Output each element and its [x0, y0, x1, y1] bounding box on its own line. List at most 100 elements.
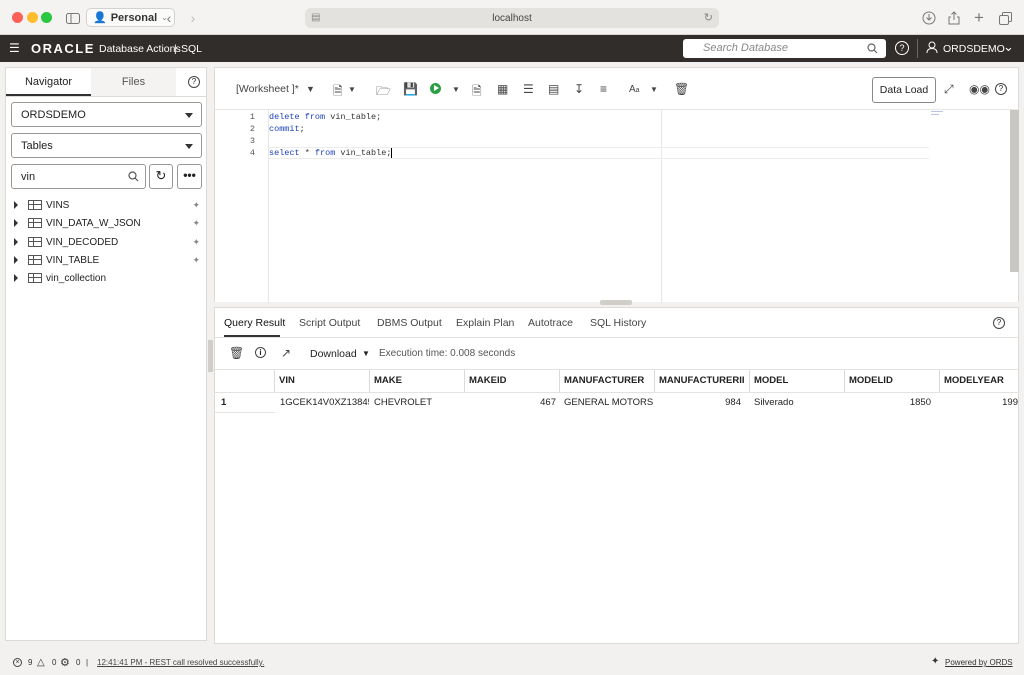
- address-bar[interactable]: ▤ localhost ↻: [305, 8, 719, 28]
- code-line-4[interactable]: select * from vin_table;: [269, 148, 393, 158]
- font-size-icon[interactable]: Aa: [629, 84, 640, 95]
- new-worksheet-icon[interactable]: 🗎: [333, 82, 343, 103]
- pin-icon[interactable]: ✦: [192, 255, 200, 266]
- info-icon[interactable]: i: [255, 347, 266, 358]
- downloads-icon[interactable]: [920, 8, 938, 28]
- tab-script-output[interactable]: Script Output: [299, 317, 360, 329]
- clear-trash-icon[interactable]: 🗑: [674, 82, 689, 96]
- tree-item-vin-data-w-json[interactable]: VIN_DATA_W_JSON ✦: [14, 215, 202, 231]
- expand-icon[interactable]: [14, 219, 18, 227]
- column-header[interactable]: MAKEID: [465, 370, 560, 392]
- tab-explain-plan[interactable]: Explain Plan: [456, 317, 514, 329]
- column-header[interactable]: MANUFACTURER: [560, 370, 655, 392]
- help-icon[interactable]: ?: [993, 317, 1005, 329]
- expand-icon[interactable]: [14, 274, 18, 282]
- tab-sql-history[interactable]: SQL History: [590, 317, 646, 329]
- pin-icon[interactable]: ✦: [192, 200, 200, 211]
- download-icon[interactable]: ↧: [574, 82, 584, 96]
- pin-icon[interactable]: ✦: [192, 237, 200, 248]
- tab-files[interactable]: Files: [91, 68, 176, 96]
- download-dropdown[interactable]: Download: [310, 348, 357, 360]
- table-cell[interactable]: 1GCEK14V0XZ13845: [276, 394, 369, 412]
- search-icon[interactable]: [867, 43, 878, 54]
- hamburger-menu-icon[interactable]: ☰: [9, 41, 20, 55]
- sql-history-icon[interactable]: ▤: [548, 82, 559, 96]
- expand-icon[interactable]: [14, 256, 18, 264]
- pin-icon[interactable]: ✦: [192, 218, 200, 229]
- clear-trash-icon[interactable]: 🗑: [229, 346, 244, 360]
- expand-icon[interactable]: [14, 201, 18, 209]
- column-header[interactable]: MANUFACTURERII: [655, 370, 750, 392]
- tree-item-vin-collection[interactable]: vin_collection: [14, 270, 202, 286]
- tab-autotrace[interactable]: Autotrace: [528, 317, 573, 329]
- tab-navigator[interactable]: Navigator: [6, 68, 91, 96]
- schema-select[interactable]: ORDSDEMO: [11, 102, 202, 127]
- help-icon[interactable]: ?: [995, 83, 1007, 95]
- tree-item-vin-table[interactable]: VIN_TABLE ✦: [14, 252, 202, 268]
- expand-icon[interactable]: [14, 238, 18, 246]
- tree-item-vin-decoded[interactable]: VIN_DECODED ✦: [14, 234, 202, 250]
- table-cell[interactable]: CHEVROLET: [370, 394, 465, 412]
- table-cell[interactable]: 199: [940, 394, 1018, 412]
- tab-overview-icon[interactable]: [996, 8, 1014, 28]
- explain-plan-icon[interactable]: ▦: [497, 82, 508, 96]
- tab-dbms-output[interactable]: DBMS Output: [377, 317, 442, 329]
- column-header[interactable]: VIN: [275, 370, 370, 392]
- chevron-down-icon[interactable]: ▼: [650, 85, 658, 94]
- find-binoculars-icon[interactable]: ◉◉: [969, 82, 990, 96]
- format-code-icon[interactable]: ≡: [600, 82, 607, 96]
- powered-by-link[interactable]: Powered by ORDS: [945, 658, 1013, 667]
- column-header[interactable]: MODEL: [750, 370, 845, 392]
- table-cell[interactable]: 1850: [845, 394, 935, 412]
- search-database-input[interactable]: Search Database: [683, 39, 886, 58]
- code-line-1[interactable]: delete from vin_table;: [269, 112, 381, 122]
- share-icon[interactable]: [945, 8, 963, 28]
- warning-icon[interactable]: △: [37, 657, 45, 668]
- back-button[interactable]: ‹: [160, 8, 178, 28]
- data-load-button[interactable]: Data Load: [872, 77, 936, 103]
- status-message[interactable]: 12:41:41 PM - REST call resolved success…: [97, 658, 264, 667]
- zoom-window-button[interactable]: [41, 12, 52, 23]
- column-header[interactable]: MODELYEAR: [940, 370, 1018, 392]
- refresh-button[interactable]: ↻: [149, 164, 173, 189]
- page-settings-icon[interactable]: ▤: [311, 12, 320, 23]
- column-header[interactable]: MAKE: [370, 370, 465, 392]
- table-cell[interactable]: Silverado: [750, 394, 845, 412]
- table-cell[interactable]: 467: [465, 394, 560, 412]
- gear-icon[interactable]: ⚙: [60, 656, 70, 669]
- tab-query-result[interactable]: Query Result: [224, 317, 285, 329]
- chevron-down-icon[interactable]: ▼: [306, 84, 315, 94]
- help-icon[interactable]: ?: [895, 41, 909, 55]
- panel-collapse-handle[interactable]: [208, 340, 213, 372]
- forward-button[interactable]: ›: [184, 8, 202, 28]
- chevron-down-icon[interactable]: ▼: [362, 349, 370, 358]
- editor-resize-handle[interactable]: [600, 300, 632, 305]
- table-cell[interactable]: 984: [655, 394, 745, 412]
- user-icon[interactable]: [926, 41, 938, 54]
- search-icon[interactable]: [128, 171, 139, 182]
- chevron-down-icon[interactable]: ▼: [452, 85, 460, 94]
- table-cell[interactable]: GENERAL MOTORS L: [560, 394, 654, 412]
- chevron-down-icon[interactable]: ⌄: [1003, 39, 1014, 55]
- filter-input[interactable]: vin: [11, 164, 146, 189]
- run-statement-button[interactable]: [430, 83, 441, 94]
- minimize-window-button[interactable]: [27, 12, 38, 23]
- sidebar-toggle-icon[interactable]: [64, 8, 82, 28]
- close-window-button[interactable]: [12, 12, 23, 23]
- tree-item-vins[interactable]: VINS ✦: [14, 197, 202, 213]
- object-type-select[interactable]: Tables: [11, 133, 202, 158]
- more-actions-button[interactable]: •••: [177, 164, 202, 189]
- error-icon[interactable]: ×: [13, 658, 22, 667]
- run-script-icon[interactable]: 🗎: [472, 82, 482, 103]
- code-line-2[interactable]: commit;: [269, 124, 305, 134]
- expand-icon[interactable]: ⤢: [944, 82, 954, 97]
- save-icon[interactable]: 💾: [403, 82, 418, 96]
- open-external-icon[interactable]: ↗: [281, 346, 291, 360]
- reload-icon[interactable]: ↻: [704, 11, 713, 24]
- new-tab-icon[interactable]: +: [970, 8, 988, 28]
- column-header[interactable]: MODELID: [845, 370, 940, 392]
- user-name[interactable]: ORDSDEMO: [943, 43, 1005, 55]
- editor-scrollbar[interactable]: [1010, 110, 1019, 272]
- worksheet-tab[interactable]: [Worksheet ]*: [236, 83, 299, 95]
- help-icon[interactable]: ?: [188, 76, 200, 88]
